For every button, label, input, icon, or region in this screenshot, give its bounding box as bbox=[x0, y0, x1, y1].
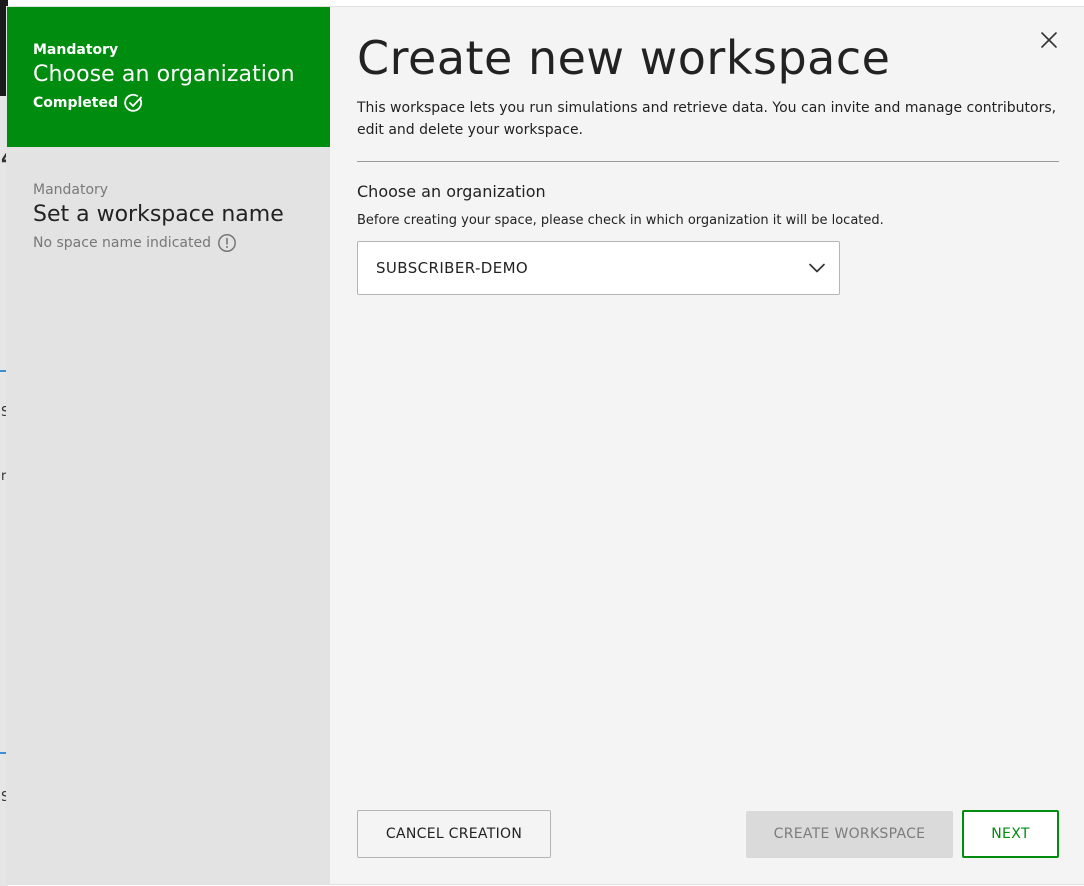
step-status: Completed bbox=[33, 93, 304, 113]
section-description: Before creating your space, please check… bbox=[357, 213, 884, 228]
step-status-label: No space name indicated bbox=[33, 235, 211, 251]
create-workspace-button[interactable]: CREATE WORKSPACE bbox=[746, 810, 953, 858]
check-circle-icon bbox=[124, 93, 144, 113]
step-title: Choose an organization bbox=[33, 62, 295, 87]
modal-footer: CANCEL CREATION CREATE WORKSPACE NEXT bbox=[357, 810, 1059, 858]
page-description: This workspace lets you run simulations … bbox=[357, 100, 1057, 138]
step-kicker: Mandatory bbox=[33, 42, 119, 58]
page-title: Create new workspace bbox=[357, 31, 891, 85]
chevron-down-icon bbox=[807, 258, 827, 278]
step-status-label: Completed bbox=[33, 95, 119, 111]
close-icon[interactable] bbox=[1038, 29, 1060, 51]
next-button[interactable]: NEXT bbox=[962, 810, 1059, 858]
step-kicker: Mandatory bbox=[33, 182, 109, 198]
cancel-creation-button[interactable]: CANCEL CREATION bbox=[357, 810, 551, 858]
exclamation-circle-icon bbox=[217, 233, 237, 253]
step-title: Set a workspace name bbox=[33, 202, 284, 227]
organization-select[interactable]: SUBSCRIBER-DEMO bbox=[357, 241, 840, 295]
organization-select-value: SUBSCRIBER-DEMO bbox=[376, 259, 529, 277]
section-title: Choose an organization bbox=[357, 182, 546, 201]
background-fragment: r bbox=[1, 469, 7, 484]
stepper-sidebar: Mandatory Choose an organization Complet… bbox=[7, 7, 330, 884]
step-choose-organization[interactable]: Mandatory Choose an organization Complet… bbox=[7, 7, 330, 147]
divider bbox=[357, 161, 1059, 162]
step-status: No space name indicated bbox=[33, 233, 304, 253]
create-workspace-modal: Mandatory Choose an organization Complet… bbox=[7, 7, 1084, 884]
modal-content: Create new workspace This workspace lets… bbox=[330, 7, 1084, 884]
step-workspace-name[interactable]: Mandatory Set a workspace name No space … bbox=[7, 147, 330, 253]
